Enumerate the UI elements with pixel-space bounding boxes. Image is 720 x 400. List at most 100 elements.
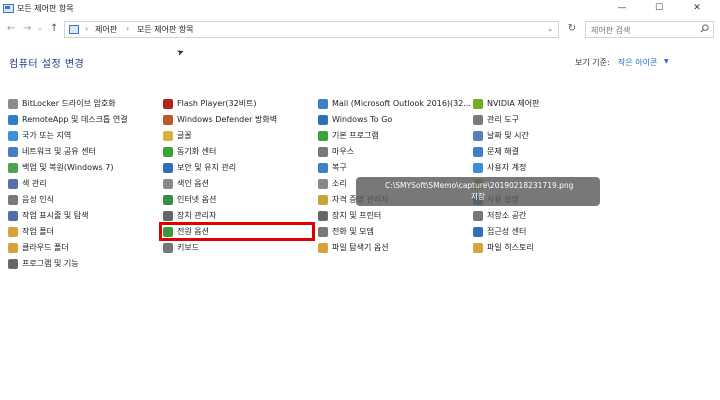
forward-button[interactable]: → xyxy=(23,23,31,34)
control-panel-item-label: 클라우드 폴더 xyxy=(22,243,69,252)
devices-printers-icon xyxy=(318,210,328,221)
control-panel-item-label: 파일 히스토리 xyxy=(487,243,534,252)
credential-manager-icon xyxy=(318,194,328,205)
control-panel-item-label: 마우스 xyxy=(332,147,355,156)
default-programs-icon xyxy=(318,130,328,141)
control-panel-item-label: 사용자 계정 xyxy=(487,163,527,172)
control-panel-item[interactable]: 국가 또는 지역 xyxy=(8,128,71,143)
control-panel-item[interactable]: RemoteApp 및 데스크톱 연결 xyxy=(8,112,128,127)
control-panel-item[interactable]: 소리 xyxy=(318,176,347,191)
back-button[interactable]: ← xyxy=(7,23,15,34)
control-panel-item-label: 장치 관리자 xyxy=(177,211,217,220)
flash-icon xyxy=(163,98,173,109)
control-panel-icon xyxy=(3,4,14,13)
tooltip-path: C:\SMYSoft\SMemo\capture\20190218231719.… xyxy=(385,181,574,190)
control-panel-item[interactable]: 네트워크 및 공유 센터 xyxy=(8,144,96,159)
control-panel-item[interactable]: Mail (Microsoft Outlook 2016)(32... xyxy=(318,96,471,111)
breadcrumb-separator[interactable]: › xyxy=(126,24,129,33)
control-panel-item[interactable]: 마우스 xyxy=(318,144,354,159)
control-panel-item-label: 프로그램 및 기능 xyxy=(22,259,79,268)
tooltip-save[interactable]: 저장 xyxy=(471,191,485,202)
control-panel-item[interactable]: 동기화 센터 xyxy=(163,144,216,159)
address-bar[interactable]: › 제어판 › 모든 제어판 항목 ⌄ xyxy=(64,21,559,38)
control-panel-item-label: 키보드 xyxy=(177,243,200,252)
control-panel-item-label: 국가 또는 지역 xyxy=(22,131,72,140)
control-panel-item[interactable]: 인터넷 옵션 xyxy=(163,192,216,207)
control-panel-item[interactable]: 음성 인식 xyxy=(8,192,54,207)
control-panel-item-label: 저장소 공간 xyxy=(487,211,527,220)
control-panel-item[interactable]: NVIDIA 제어판 xyxy=(473,96,539,111)
control-panel-item-label: 복구 xyxy=(332,163,347,172)
control-panel-item[interactable]: 접근성 센터 xyxy=(473,224,526,239)
up-button[interactable]: ↑ xyxy=(50,23,58,34)
control-panel-item[interactable]: BitLocker 드라이브 암호화 xyxy=(8,96,116,111)
chevron-down-icon[interactable]: ▼ xyxy=(664,58,669,65)
control-panel-item[interactable]: 백업 및 복원(Windows 7) xyxy=(8,160,113,175)
control-panel-item[interactable]: 작업 표시줄 및 탐색 xyxy=(8,208,89,223)
control-panel-item-label: 색인 옵션 xyxy=(177,179,209,188)
control-panel-item[interactable]: 클라우드 폴더 xyxy=(8,240,69,255)
highlight-box xyxy=(159,222,315,241)
control-panel-item[interactable]: 키보드 xyxy=(163,240,199,255)
control-panel-item[interactable]: Flash Player(32비트) xyxy=(163,96,257,111)
network-icon xyxy=(8,146,18,157)
date-time-icon xyxy=(473,130,483,141)
control-panel-item[interactable]: 프로그램 및 기능 xyxy=(8,256,79,271)
control-panel-item[interactable]: 파일 히스토리 xyxy=(473,240,534,255)
control-panel-item-label: 색 관리 xyxy=(22,179,47,188)
control-panel-item[interactable]: Windows To Go xyxy=(318,112,392,127)
breadcrumb-separator[interactable]: › xyxy=(85,24,88,33)
keyboard-icon xyxy=(163,242,173,253)
close-button[interactable]: ✕ xyxy=(683,0,711,18)
backup-icon xyxy=(8,162,18,173)
control-panel-item-label: 글꼴 xyxy=(177,131,192,140)
control-panel-item[interactable]: 문제 해결 xyxy=(473,144,519,159)
control-panel-item-label: 접근성 센터 xyxy=(487,227,527,236)
control-panel-item[interactable]: 기본 프로그램 xyxy=(318,128,379,143)
control-panel-item[interactable]: 저장소 공간 xyxy=(473,208,526,223)
control-panel-item-label: 소리 xyxy=(332,179,347,188)
control-panel-item[interactable]: 색 관리 xyxy=(8,176,47,191)
control-panel-item-label: 음성 인식 xyxy=(22,195,54,204)
control-panel-item-label: 파일 탐색기 옵션 xyxy=(332,243,389,252)
control-panel-item[interactable]: 관리 도구 xyxy=(473,112,519,127)
address-dropdown-button[interactable]: ⌄ xyxy=(547,25,553,33)
minimize-button[interactable]: — xyxy=(608,0,636,18)
work-folders-icon xyxy=(8,226,18,237)
control-panel-item-label: Flash Player(32비트) xyxy=(177,99,257,108)
control-panel-item[interactable]: 복구 xyxy=(318,160,347,175)
recent-locations-button[interactable]: ⌄ xyxy=(37,24,43,32)
search-input[interactable] xyxy=(591,24,691,36)
control-panel-item-label: 인터넷 옵션 xyxy=(177,195,217,204)
control-panel-icon xyxy=(69,25,79,34)
control-panel-item[interactable]: 작업 폴더 xyxy=(8,224,54,239)
control-panel-item[interactable]: 장치 관리자 xyxy=(163,208,216,223)
storage-spaces-icon xyxy=(473,210,483,221)
control-panel-item[interactable]: 파일 탐색기 옵션 xyxy=(318,240,389,255)
control-panel-item[interactable]: 사용자 계정 xyxy=(473,160,526,175)
control-panel-item[interactable]: 색인 옵션 xyxy=(163,176,209,191)
refresh-button[interactable]: ↻ xyxy=(564,21,580,38)
control-panel-item[interactable]: Windows Defender 방화벽 xyxy=(163,112,277,127)
control-panel-item[interactable]: 보안 및 유지 관리 xyxy=(163,160,236,175)
maximize-button[interactable]: ☐ xyxy=(645,0,673,18)
control-panel-item-label: 날짜 및 시간 xyxy=(487,131,529,140)
control-panel-item-label: Mail (Microsoft Outlook 2016)(32... xyxy=(332,99,471,108)
view-by-dropdown[interactable]: 작은 아이콘 xyxy=(618,57,657,68)
accessibility-center-icon xyxy=(473,226,483,237)
mouse-icon xyxy=(318,146,328,157)
breadcrumb-all-items[interactable]: 모든 제어판 항목 xyxy=(137,24,194,35)
control-panel-item-label: 동기화 센터 xyxy=(177,147,217,156)
search-box[interactable] xyxy=(585,21,714,38)
sound-icon xyxy=(318,178,328,189)
control-panel-item[interactable]: 전화 및 모뎀 xyxy=(318,224,374,239)
control-panel-item[interactable]: 글꼴 xyxy=(163,128,192,143)
control-panel-item[interactable]: 날짜 및 시간 xyxy=(473,128,529,143)
programs-icon xyxy=(8,258,18,269)
breadcrumb-control-panel[interactable]: 제어판 xyxy=(95,24,117,35)
remoteapp-icon xyxy=(8,114,18,125)
control-panel-item-label: RemoteApp 및 데스크톱 연결 xyxy=(22,115,128,124)
control-panel-item-label: 작업 폴더 xyxy=(22,227,54,236)
mail-icon xyxy=(318,98,328,109)
control-panel-item[interactable]: 장치 및 프린터 xyxy=(318,208,381,223)
